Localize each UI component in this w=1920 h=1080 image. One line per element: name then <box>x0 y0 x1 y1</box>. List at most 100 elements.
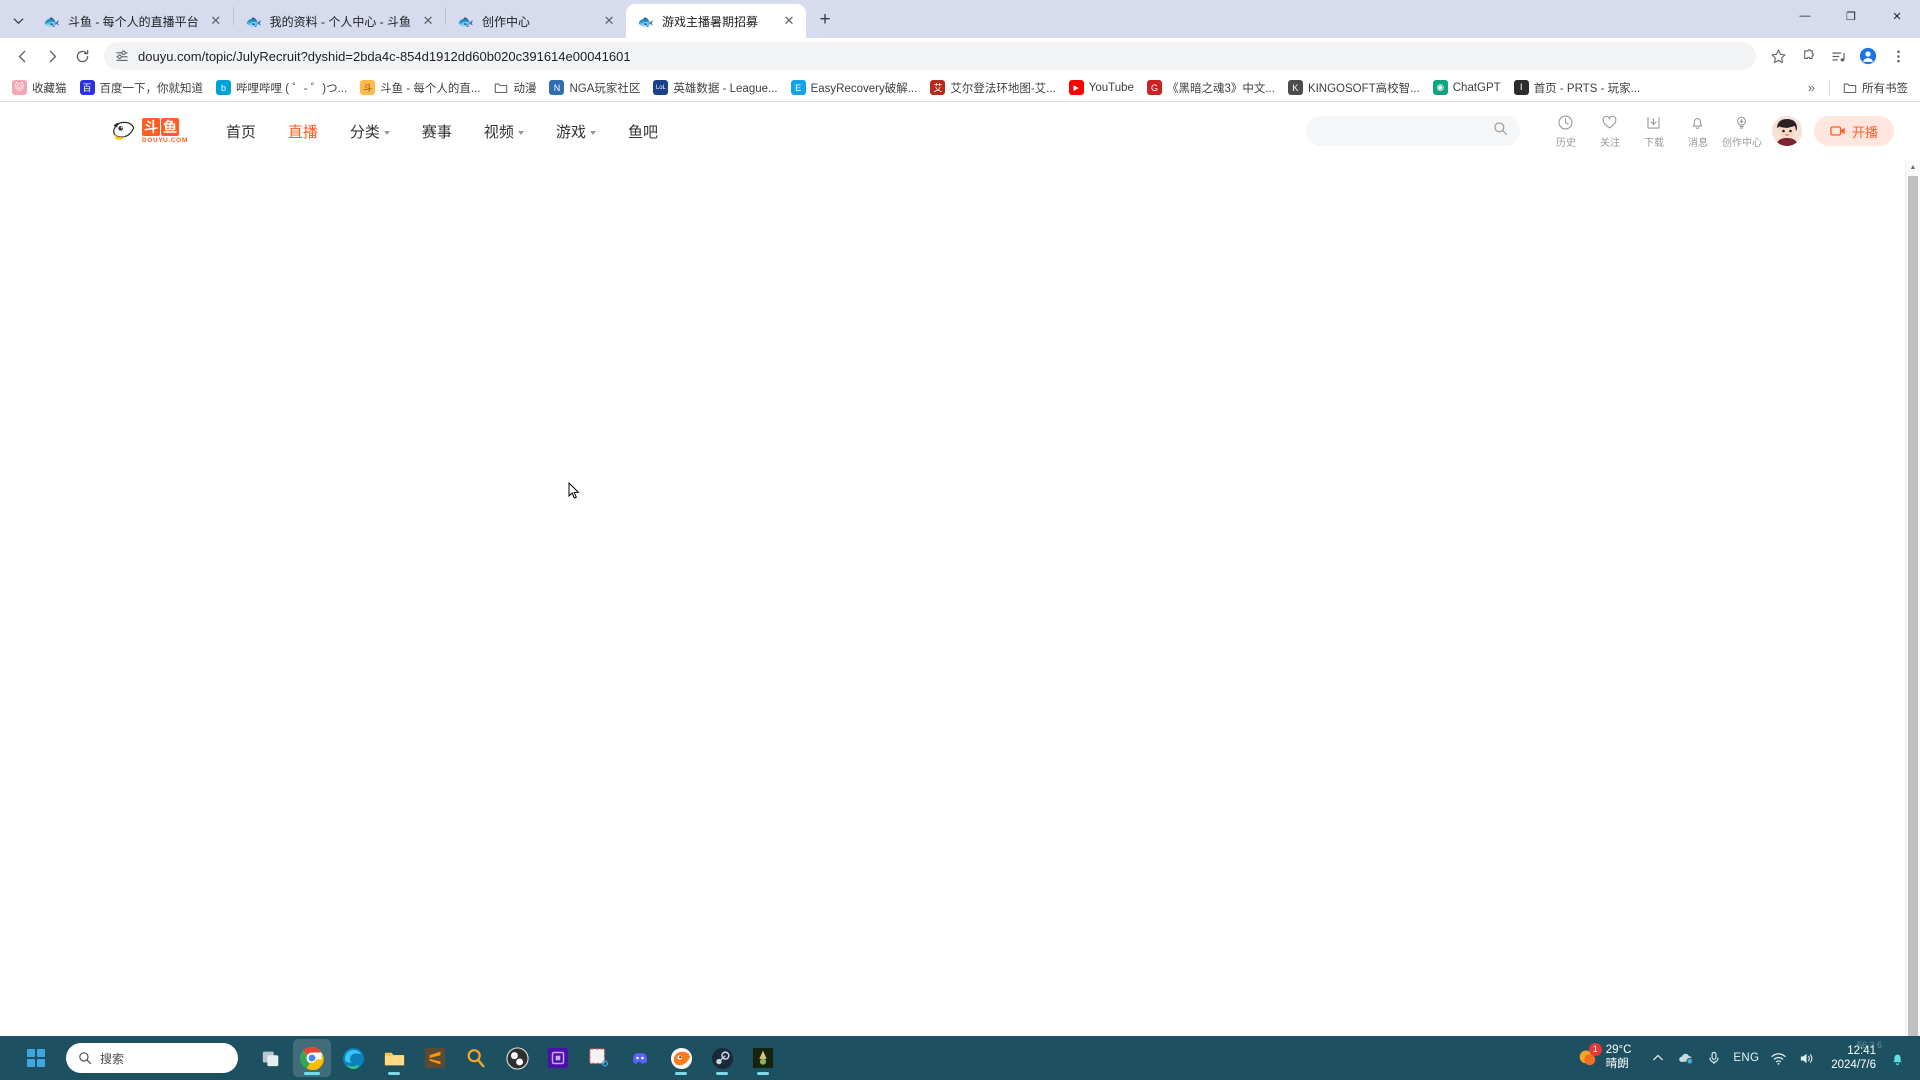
nav-item-games[interactable]: 游戏 <box>540 121 612 142</box>
bookmark-item[interactable]: 🐱 收藏猫 <box>6 77 73 99</box>
nav-item-home[interactable]: 首页 <box>210 121 272 142</box>
nav-item-events[interactable]: 赛事 <box>406 121 468 142</box>
user-avatar[interactable] <box>1771 116 1802 146</box>
media-control-icon[interactable] <box>1824 42 1852 70</box>
volume-icon[interactable] <box>1793 1042 1819 1074</box>
browser-tab-4-active[interactable]: 🐟 游戏主播暑期招募 ✕ <box>626 4 807 38</box>
scrollbar-thumb[interactable] <box>1908 176 1918 1043</box>
action-label: 历史 <box>1555 137 1576 149</box>
snipping-tool-icon[interactable] <box>580 1039 618 1077</box>
back-arrow-icon[interactable] <box>8 42 36 70</box>
bookmark-item[interactable]: 百 百度一下，你就知道 <box>74 77 210 99</box>
bookmark-item[interactable]: ▶ YouTube <box>1063 77 1140 98</box>
start-broadcast-button[interactable]: 开播 <box>1813 116 1894 146</box>
page-viewport: 斗 鱼 DOUYU.COM 首页 直播 分类 赛事 视频 游戏 鱼吧 历史 关注… <box>0 102 1920 1059</box>
three-dot-menu-icon[interactable] <box>1884 42 1912 70</box>
bookmark-favicon: G <box>1146 80 1162 95</box>
bookmark-item[interactable]: E EasyRecovery破解... <box>785 77 924 99</box>
bookmark-item[interactable]: Ⅰ 首页 - PRTS - 玩家... <box>1508 77 1647 99</box>
notification-bell-icon[interactable] <box>1884 1042 1910 1074</box>
header-action-history[interactable]: 历史 <box>1544 114 1588 149</box>
bookmark-label: NGA玩家社区 <box>569 82 641 95</box>
bookmarks-overflow-button[interactable]: » <box>1800 77 1823 98</box>
douyu-logo[interactable]: 斗 鱼 DOUYU.COM <box>110 117 188 145</box>
nav-item-video[interactable]: 视频 <box>468 121 540 142</box>
site-search-box[interactable] <box>1305 116 1520 146</box>
star-icon[interactable] <box>1764 42 1792 70</box>
action-label: 下载 <box>1643 137 1664 149</box>
bookmark-item[interactable]: K KINGOSOFT高校智... <box>1282 77 1426 99</box>
address-bar[interactable]: douyu.com/topic/JulyRecruit?dyshid=2bda4… <box>104 42 1756 70</box>
tab-search-dropdown[interactable] <box>4 5 32 35</box>
browser-tab-2[interactable]: 🐟 我的资料 - 个人中心 - 斗鱼 ✕ <box>234 4 445 38</box>
tab-close-icon[interactable]: ✕ <box>600 12 618 30</box>
header-action-creator-center[interactable]: 创作中心 <box>1720 114 1764 149</box>
steam-icon[interactable] <box>703 1039 741 1077</box>
system-tray: 1 29°C 晴朗 ENG 56 3 6 12:41 2024/7/6 <box>1566 1040 1914 1075</box>
cpu-monitor-icon[interactable] <box>539 1039 577 1077</box>
scroll-up-arrow[interactable]: ▲ <box>1906 160 1920 175</box>
search-input[interactable] <box>1317 124 1493 138</box>
site-settings-icon[interactable] <box>114 48 130 64</box>
task-view-icon[interactable] <box>252 1039 290 1077</box>
start-broadcast-label: 开播 <box>1851 124 1878 140</box>
all-bookmarks-button[interactable]: 所有书签 <box>1836 77 1914 99</box>
tab-close-icon[interactable]: ✕ <box>419 12 437 30</box>
nav-label: 分类 <box>349 123 380 141</box>
bookmark-item[interactable]: N NGA玩家社区 <box>543 77 646 99</box>
search-icon[interactable] <box>1493 121 1508 141</box>
wifi-icon[interactable] <box>1765 1042 1791 1074</box>
heart-icon <box>1603 115 1617 128</box>
bookmark-item[interactable]: 艾 艾尔登法环地图-艾... <box>924 77 1061 99</box>
new-tab-button[interactable]: + <box>810 5 840 35</box>
logo-char-2: 鱼 <box>161 117 179 136</box>
video-camera-icon <box>1830 126 1845 136</box>
header-action-download[interactable]: 下载 <box>1632 114 1676 149</box>
nav-item-live[interactable]: 直播 <box>272 121 334 142</box>
browser-tab-3[interactable]: 🐟 创作中心 ✕ <box>446 4 626 38</box>
tab-close-icon[interactable]: ✕ <box>207 12 225 30</box>
clock-date: 2024/7/6 <box>1831 1059 1876 1071</box>
browser-window: 🐟 斗鱼 - 每个人的直播平台 ✕ 🐟 我的资料 - 个人中心 - 斗鱼 ✕ 🐟… <box>0 0 1920 1059</box>
browser-tab-1[interactable]: 🐟 斗鱼 - 每个人的直播平台 ✕ <box>32 4 233 38</box>
reload-icon[interactable] <box>68 42 96 70</box>
profile-avatar-icon[interactable] <box>1854 42 1882 70</box>
windows-start-icon[interactable] <box>18 1040 54 1076</box>
bookmark-item[interactable]: LoL 英雄数据 - League... <box>647 77 783 99</box>
bookmark-item[interactable]: ◉ ChatGPT <box>1427 77 1507 98</box>
microsoft-edge-icon[interactable] <box>334 1039 372 1077</box>
tray-overflow-chevron-icon[interactable] <box>1645 1042 1671 1074</box>
nav-item-yuba[interactable]: 鱼吧 <box>612 121 674 142</box>
vertical-scrollbar[interactable]: ▲ ▼ <box>1905 160 1920 1059</box>
cloud-sync-icon[interactable] <box>1673 1042 1699 1074</box>
maximize-button[interactable]: ❐ <box>1828 0 1874 32</box>
extensions-puzzle-icon[interactable] <box>1794 42 1822 70</box>
nav-item-categories[interactable]: 分类 <box>334 121 406 142</box>
forward-arrow-icon[interactable] <box>38 42 66 70</box>
taskbar-search-box[interactable]: 搜索 <box>66 1043 238 1073</box>
sublime-text-icon[interactable] <box>416 1039 454 1077</box>
bookmark-item[interactable]: G 《黑暗之魂3》中文... <box>1141 77 1281 99</box>
bookmark-folder[interactable]: 动漫 <box>487 77 542 99</box>
close-window-button[interactable]: ✕ <box>1874 0 1920 32</box>
everything-search-icon[interactable] <box>457 1039 495 1077</box>
input-language-indicator[interactable]: ENG <box>1729 1042 1763 1074</box>
game-app-icon[interactable] <box>744 1039 782 1077</box>
minimize-button[interactable]: — <box>1782 0 1828 32</box>
douyu-app-icon[interactable] <box>662 1039 700 1077</box>
microphone-icon[interactable] <box>1701 1042 1727 1074</box>
bookmark-favicon: 百 <box>79 80 95 95</box>
discord-icon[interactable] <box>621 1039 659 1077</box>
bookmark-favicon: N <box>549 80 565 95</box>
header-action-follow[interactable]: 关注 <box>1588 114 1632 149</box>
bookmark-item[interactable]: b 哔哩哔哩 ( ゜- ゜)つ... <box>210 77 353 99</box>
file-explorer-icon[interactable] <box>375 1039 413 1077</box>
obs-studio-icon[interactable] <box>498 1039 536 1077</box>
taskbar-clock[interactable]: 56 3 6 12:41 2024/7/6 <box>1823 1040 1884 1075</box>
bookmark-item[interactable]: 斗 斗鱼 - 每个人的直... <box>354 77 486 99</box>
header-action-messages[interactable]: 消息 <box>1676 114 1720 149</box>
google-chrome-icon[interactable] <box>293 1039 331 1077</box>
tab-close-icon[interactable]: ✕ <box>780 12 798 30</box>
weather-widget[interactable]: 1 29°C 晴朗 <box>1566 1042 1642 1074</box>
page-content-area: ▲ ▼ <box>0 160 1920 1059</box>
